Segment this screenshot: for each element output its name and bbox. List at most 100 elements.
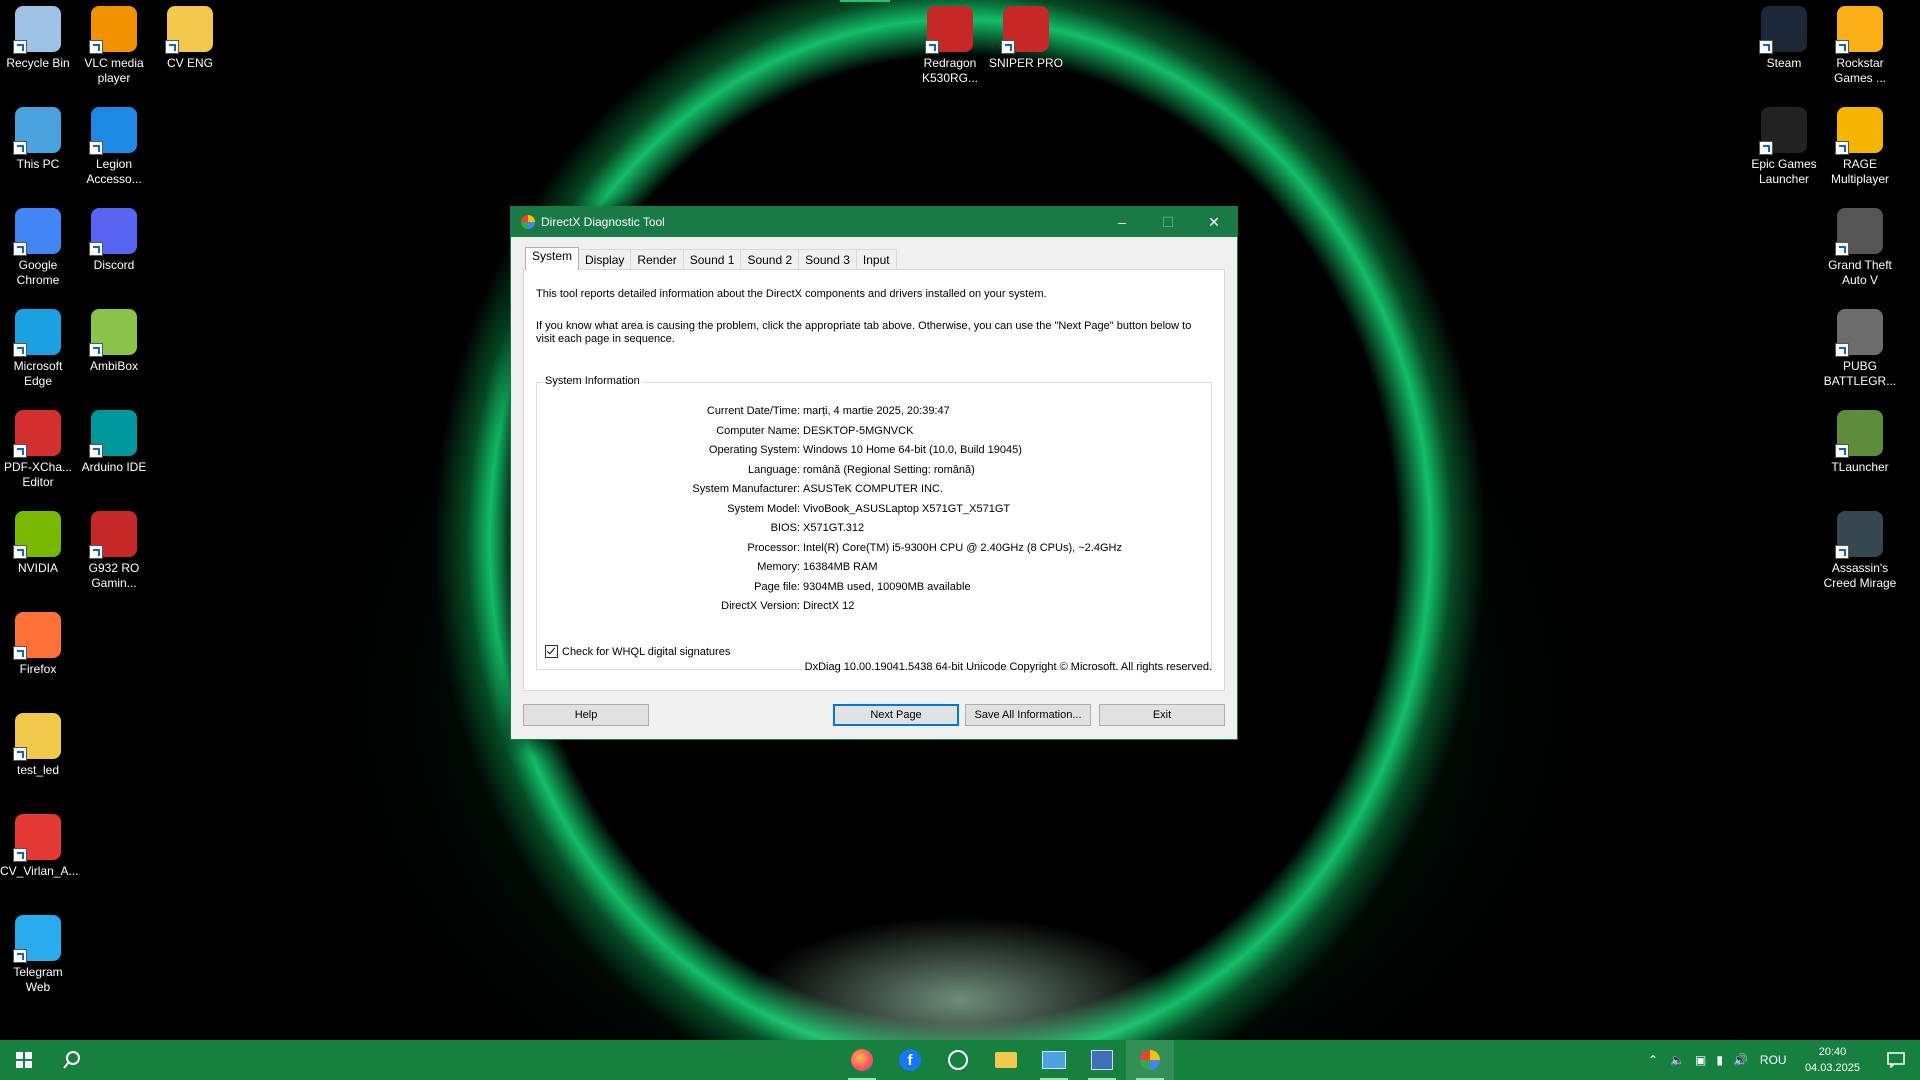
taskbar-firefox[interactable] xyxy=(838,1040,886,1080)
desktop-icon[interactable]: Microsoft Edge xyxy=(0,303,76,389)
control-panel-icon xyxy=(1042,1051,1066,1069)
notifications-button[interactable] xyxy=(1872,1040,1920,1080)
desktop-icon[interactable]: Google Chrome xyxy=(0,202,76,288)
desktop-icon[interactable]: Redragon K530RG... xyxy=(912,0,988,86)
copyright-text: DxDiag 10.00.19041.5438 64-bit Unicode C… xyxy=(804,661,1212,673)
rage-icon xyxy=(1835,107,1883,155)
info-label: System Manufacturer: xyxy=(692,483,800,495)
whql-checkbox[interactable]: Check for WHQL digital signatures xyxy=(545,645,730,658)
info-row: Memory: 16384MB RAM xyxy=(537,561,1211,575)
taskbar-facebook[interactable]: f xyxy=(886,1040,934,1080)
info-value: 9304MB used, 10090MB available xyxy=(803,580,971,593)
desktop-icon[interactable]: CV_Virlan_A... xyxy=(0,808,79,879)
battery-icon[interactable]: ▮ xyxy=(1716,1053,1723,1067)
folder-icon xyxy=(13,713,61,761)
tab-display[interactable]: Display xyxy=(578,249,632,270)
desktop-icon[interactable]: Assassin's Creed Mirage xyxy=(1822,505,1898,591)
save-all-information-button[interactable]: Save All Information... xyxy=(965,704,1091,726)
info-value: VivoBook_ASUSLaptop X571GT_X571GT xyxy=(803,502,1011,515)
info-row: Computer Name: DESKTOP-5MGNVCK xyxy=(537,425,1211,439)
tab-sound-1[interactable]: Sound 1 xyxy=(682,249,742,270)
shortcut-arrow-icon xyxy=(1835,141,1849,155)
desktop-icon[interactable]: AmbiBox xyxy=(76,303,152,374)
window-title: DirectX Diagnostic Tool xyxy=(541,215,665,229)
taskbar-whatsapp[interactable] xyxy=(934,1040,982,1080)
chevron-up-icon[interactable]: ⌃ xyxy=(1648,1053,1658,1067)
exit-button[interactable]: Exit xyxy=(1099,704,1225,726)
taskbar-file-explorer[interactable] xyxy=(982,1040,1030,1080)
desktop-icon[interactable]: Steam xyxy=(1746,0,1822,71)
desktop-icon-label: Assassin's Creed Mirage xyxy=(1823,561,1897,590)
desktop-icon[interactable]: Telegram Web xyxy=(0,909,76,995)
shortcut-arrow-icon xyxy=(1835,242,1849,256)
desktop-icon[interactable]: PDF-XCha... Editor xyxy=(0,404,76,490)
epic-icon xyxy=(1759,107,1807,155)
desktop-icon[interactable]: SNIPER PRO xyxy=(988,0,1064,71)
folder-icon xyxy=(165,6,213,54)
desktop-icon-label: PUBG BATTLEGR... xyxy=(1823,359,1897,388)
info-value: ASUSTeK COMPUTER INC. xyxy=(803,483,943,495)
desktop-icon-label: Rockstar Games ... xyxy=(1833,56,1886,85)
desktop-icon[interactable]: This PC xyxy=(0,101,76,172)
search-button[interactable] xyxy=(48,1040,96,1080)
desktop-icon[interactable]: Grand Theft Auto V xyxy=(1822,202,1898,288)
shortcut-arrow-icon xyxy=(1835,40,1849,54)
desktop-icon[interactable]: Legion Accesso... xyxy=(76,101,152,187)
tab-render[interactable]: Render xyxy=(630,249,684,270)
info-row: System Manufacturer: ASUSTeK COMPUTER INC… xyxy=(537,483,1211,497)
minimize-button[interactable]: – xyxy=(1099,207,1145,237)
tab-sound-2[interactable]: Sound 2 xyxy=(740,249,800,270)
desktop-icon[interactable]: CV ENG xyxy=(152,0,228,71)
desktop-icon-label: RAGE Multiplayer xyxy=(1830,157,1890,186)
notification-icon xyxy=(1887,1052,1905,1068)
pdf-icon xyxy=(13,410,61,458)
group-title: System Information xyxy=(543,375,642,387)
discord-icon xyxy=(89,208,137,256)
desktop-icon[interactable]: Firefox xyxy=(0,606,76,677)
top-accent-line xyxy=(840,0,890,2)
speaker-icon[interactable]: 🔈 xyxy=(1670,1053,1685,1067)
desktop-icon[interactable]: VLC media player xyxy=(76,0,152,86)
tab-input[interactable]: Input xyxy=(855,249,897,270)
close-button[interactable]: ✕ xyxy=(1191,207,1237,237)
dxdiag-window: DirectX Diagnostic Tool – ☐ ✕ System Dis… xyxy=(510,206,1238,740)
desktop-icon[interactable]: Epic Games Launcher xyxy=(1746,101,1822,187)
telegram-icon xyxy=(13,915,61,963)
desktop-icon[interactable]: G932 RO Gamin... xyxy=(76,505,152,591)
tab-system[interactable]: System xyxy=(525,247,580,270)
info-row: System Model: VivoBook_ASUSLaptop X571GT_… xyxy=(537,503,1211,517)
next-page-button[interactable]: Next Page xyxy=(833,704,959,726)
info-value: Windows 10 Home 64-bit (10.0, Build 1904… xyxy=(803,444,1022,456)
language-indicator[interactable]: ROU xyxy=(1760,1053,1787,1067)
desktop-icon[interactable]: Discord xyxy=(76,202,152,273)
help-button[interactable]: Help xyxy=(523,704,649,726)
desktop-icon-label: Steam xyxy=(1766,56,1802,70)
clock[interactable]: 20:40 04.03.2025 xyxy=(1805,1044,1860,1076)
tab-sound-3[interactable]: Sound 3 xyxy=(798,249,857,270)
taskbar-dxdiag[interactable] xyxy=(1126,1040,1174,1080)
search-icon xyxy=(63,1051,80,1069)
directx-icon xyxy=(521,215,535,229)
taskbar-system-info[interactable] xyxy=(1078,1040,1126,1080)
desktop-icon[interactable]: RAGE Multiplayer xyxy=(1822,101,1898,187)
desktop-icon[interactable]: TLauncher xyxy=(1822,404,1898,475)
desktop-icon[interactable]: Rockstar Games ... xyxy=(1822,0,1898,86)
title-bar[interactable]: DirectX Diagnostic Tool – ☐ ✕ xyxy=(511,207,1237,237)
shortcut-arrow-icon xyxy=(13,242,27,256)
desktop-icon[interactable]: NVIDIA xyxy=(0,505,76,576)
checkbox-checked-icon[interactable] xyxy=(545,645,558,658)
desktop-icon[interactable]: Arduino IDE xyxy=(76,404,152,475)
desktop-icon-label: VLC media player xyxy=(84,56,144,85)
taskbar-control-panel[interactable] xyxy=(1030,1040,1078,1080)
network-icon[interactable]: ▣ xyxy=(1695,1053,1706,1067)
desktop-icon[interactable]: PUBG BATTLEGR... xyxy=(1822,303,1898,389)
desktop-icon[interactable]: Recycle Bin xyxy=(0,0,76,71)
shortcut-arrow-icon xyxy=(13,949,27,963)
info-value: X571GT.312 xyxy=(803,522,865,534)
volume-icon[interactable]: 🔊 xyxy=(1733,1053,1748,1067)
desktop-icon[interactable]: test_led xyxy=(0,707,76,778)
redragon-icon xyxy=(925,6,973,54)
start-button[interactable] xyxy=(0,1040,48,1080)
info-label: Memory: xyxy=(757,561,800,573)
intro-text-2: If you know what area is causing the pro… xyxy=(536,320,1192,345)
